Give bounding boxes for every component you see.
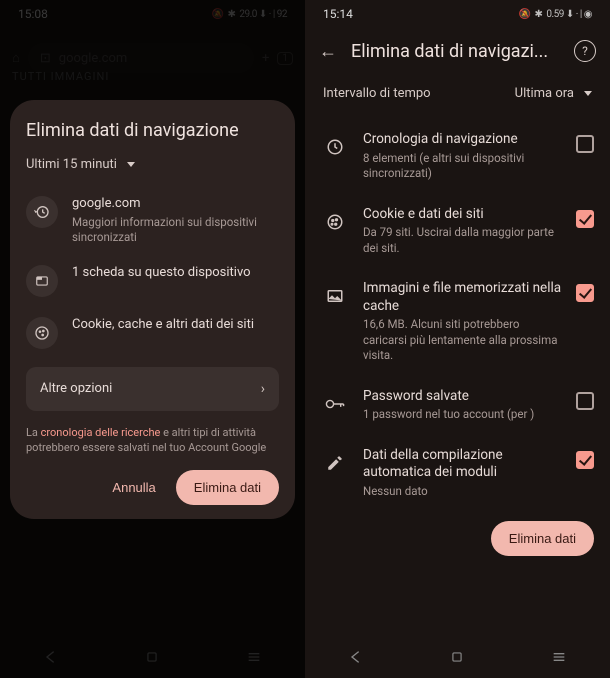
android-navbar [305, 636, 610, 678]
item-title: Immagini e file memorizzati nella cache [363, 280, 562, 315]
status-icons: 🔕✱0.59 ⬇︎ · | ◉ [519, 9, 592, 20]
item-checkbox[interactable] [576, 392, 594, 410]
image-icon [321, 282, 349, 310]
edit-icon [321, 449, 349, 477]
list-item[interactable]: Dati della compilazione automatica dei m… [319, 435, 596, 512]
tabs-row-label: 1 scheda su questo dispositivo [72, 265, 279, 282]
cookie-icon [26, 317, 58, 349]
time-range-row[interactable]: Intervallo di tempo Ultima ora [305, 72, 610, 119]
history-icon [26, 196, 58, 228]
time-range-label: Intervallo di tempo [323, 86, 431, 101]
more-options-label: Altre opzioni [40, 381, 112, 396]
status-bar: 15:14 🔕✱0.59 ⬇︎ · | ◉ [305, 0, 610, 28]
appbar: ← Elimina dati di navigazi... ? [305, 28, 610, 72]
item-checkbox[interactable] [576, 210, 594, 228]
chevron-right-icon: › [261, 381, 265, 397]
site-sub: Maggiori informazioni sui dispositivi si… [72, 215, 279, 245]
item-title: Password salvate [363, 388, 562, 406]
item-sub: 8 elementi (e altri sui dispositivi sinc… [363, 151, 562, 182]
item-checkbox[interactable] [576, 135, 594, 153]
disclaimer-text: La cronologia delle ricerche e altri tip… [26, 425, 279, 456]
back-icon[interactable]: ← [319, 41, 337, 62]
item-title: Cookie e dati dei siti [363, 206, 562, 224]
more-options-button[interactable]: Altre opzioni › [26, 367, 279, 411]
tab-icon [26, 265, 58, 297]
cookies-row-label: Cookie, cache e altri dati dei siti [72, 317, 279, 334]
chevron-down-icon [127, 162, 135, 167]
item-checkbox[interactable] [576, 451, 594, 469]
time-range-label: Ultimi 15 minuti [26, 157, 117, 172]
help-icon[interactable]: ? [574, 40, 596, 62]
chevron-down-icon [584, 91, 592, 96]
nav-home-icon[interactable] [437, 645, 477, 669]
confirm-button[interactable]: Elimina dati [491, 521, 594, 556]
item-title: Dati della compilazione automatica dei m… [363, 447, 562, 482]
nav-recents-icon[interactable] [539, 645, 579, 669]
item-sub: Nessun dato [363, 484, 562, 500]
clock-icon [321, 133, 349, 161]
list-item[interactable]: Cookie e dati dei siti Da 79 siti. Uscir… [319, 194, 596, 269]
cookies-row[interactable]: Cookie, cache e altri dati dei siti [26, 307, 279, 359]
cancel-button[interactable]: Annulla [98, 470, 169, 505]
clear-data-list: Cronologia di navigazione 8 elementi (e … [305, 119, 610, 511]
screen-right-list: 15:14 🔕✱0.59 ⬇︎ · | ◉ ← Elimina dati di … [305, 0, 610, 678]
item-sub: 1 password nel tuo account (per ) [363, 407, 562, 423]
item-checkbox[interactable] [576, 284, 594, 302]
screen-left-modal: 15:08 🔕✱29.0 ⬇︎ · | 92 ⌂ ⊡ google.com + … [0, 0, 305, 678]
status-time: 15:14 [323, 7, 353, 21]
modal-title: Elimina dati di navigazione [26, 120, 279, 141]
time-range-dropdown[interactable]: Ultimi 15 minuti [26, 157, 279, 172]
confirm-button[interactable]: Elimina dati [176, 470, 279, 505]
item-sub: Da 79 siti. Uscirai dalla maggior parte … [363, 225, 562, 256]
tabs-row[interactable]: 1 scheda su questo dispositivo [26, 255, 279, 307]
list-item[interactable]: Cronologia di navigazione 8 elementi (e … [319, 119, 596, 194]
cookie-icon [321, 208, 349, 236]
site-history-row[interactable]: google.com Maggiori informazioni sui dis… [26, 186, 279, 255]
item-title: Cronologia di navigazione [363, 131, 562, 149]
list-item[interactable]: Password salvate 1 password nel tuo acco… [319, 376, 596, 435]
site-domain: google.com [72, 196, 279, 213]
key-icon [321, 390, 349, 418]
clear-data-modal: Elimina dati di navigazione Ultimi 15 mi… [10, 100, 295, 519]
item-sub: 16,6 MB. Alcuni siti potrebbero caricars… [363, 317, 562, 364]
appbar-title: Elimina dati di navigazi... [351, 41, 560, 62]
time-range-value: Ultima ora [515, 86, 574, 101]
list-item[interactable]: Immagini e file memorizzati nella cache … [319, 268, 596, 376]
nav-back-icon[interactable] [336, 645, 376, 669]
